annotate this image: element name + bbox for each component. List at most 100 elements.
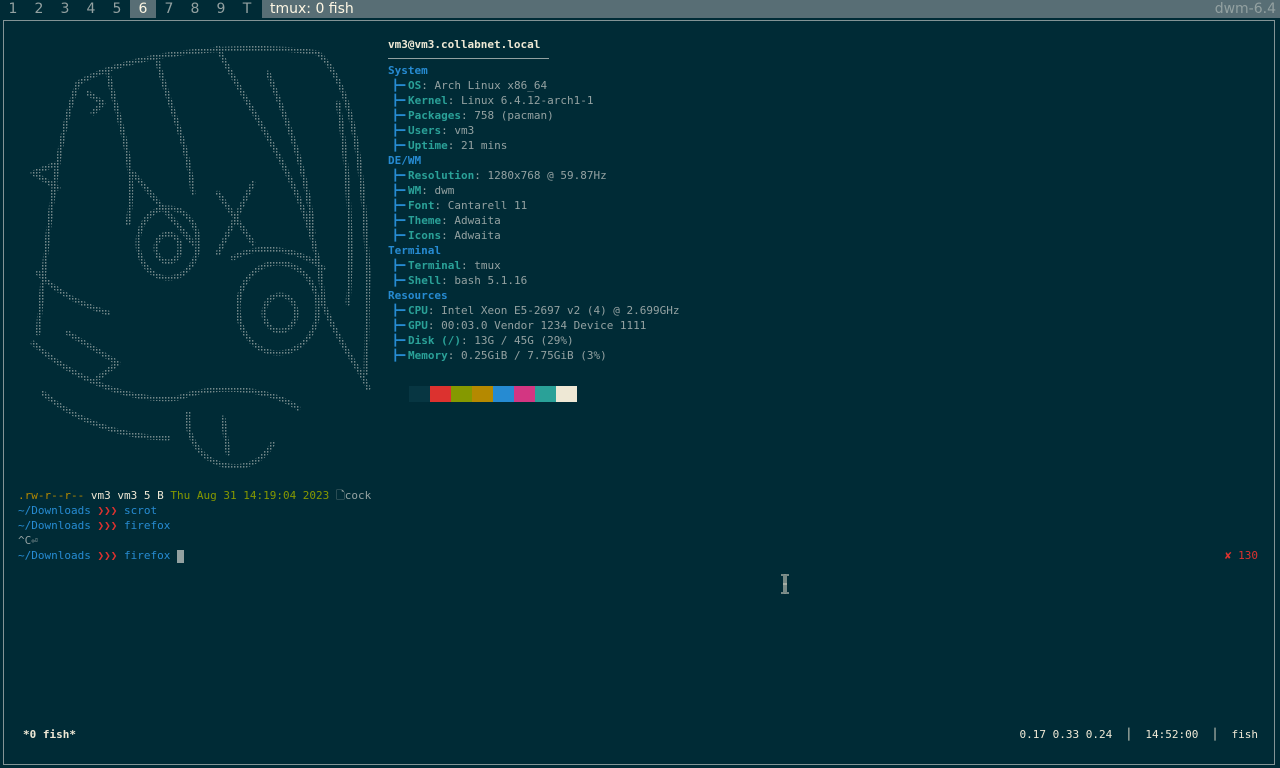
separator: : — [460, 259, 475, 272]
separator: : — [441, 214, 455, 227]
info-row: ┣━ Kernel: Linux 6.4.12-arch1-1 — [388, 93, 808, 108]
info-key: Users — [408, 124, 442, 137]
info-row: ┣━ GPU: 00:03.0 Vendor 1234 Device 1111 — [388, 318, 808, 333]
info-key: Uptime — [408, 139, 448, 152]
tag-7[interactable]: 7 — [156, 0, 182, 18]
separator: : — [474, 169, 488, 182]
separator: : — [441, 124, 455, 137]
info-value: Intel Xeon E5-2697 v2 (4) @ 2.699GHz — [441, 304, 680, 317]
interrupt-line: ^C⏎ — [18, 534, 38, 547]
info-key: Icons — [408, 229, 442, 242]
color-swatch — [409, 386, 430, 402]
command: firefox — [123, 519, 171, 532]
info-row: ┣━ WM: dwm — [388, 183, 808, 198]
separator: : — [447, 94, 461, 107]
cwd: ~/Downloads — [18, 549, 91, 562]
info-value: Adwaita — [454, 229, 501, 242]
tmux-window-tab[interactable]: *0 fish* — [23, 725, 76, 745]
info-key: Shell — [408, 274, 442, 287]
terminal-window[interactable]: vm3@vm3.collabnet.local System ┣━ OS: Arch… — [3, 20, 1275, 765]
separator: : — [447, 139, 461, 152]
tag-1[interactable]: 1 — [0, 0, 26, 18]
tree-branch: ┣━ — [392, 94, 406, 107]
tree-branch: ┣━ — [392, 199, 406, 212]
cwd: ~/Downloads — [18, 504, 91, 517]
info-key: Disk (/) — [408, 334, 461, 347]
info-value: Arch Linux x86_64 — [434, 79, 548, 92]
color-swatch — [556, 386, 577, 402]
file-group: vm3 — [117, 489, 138, 502]
info-row: ┣━ Packages: 758 (pacman) — [388, 108, 808, 123]
info-value: dwm — [434, 184, 455, 197]
info-value: 13G / 45G (29%) — [474, 334, 574, 347]
separator: : — [434, 199, 448, 212]
info-value: Cantarell 11 — [447, 199, 528, 212]
tree-branch: ┣━ — [392, 259, 406, 272]
info-key: Packages — [408, 109, 461, 122]
info-row: ┣━ Users: vm3 — [388, 123, 808, 138]
prompt-symbol: ❯❯❯ — [97, 519, 118, 532]
tree-branch: ┣━ — [392, 229, 406, 242]
prompt-symbol: ❯❯❯ — [97, 504, 118, 517]
info-value: Adwaita — [454, 214, 501, 227]
color-swatch — [514, 386, 535, 402]
file-name: cock — [344, 489, 372, 502]
tree-branch: ┣━ — [392, 139, 406, 152]
tree-branch: ┣━ — [392, 334, 406, 347]
window-title: tmux: 0 fish — [262, 0, 1211, 18]
tmux-status-bar: *0 fish* 0.17 0.33 0.24 │ 14:52:00 │ fis… — [3, 725, 1275, 745]
section-title: Terminal — [388, 244, 441, 257]
info-sections: System ┣━ OS: Arch Linux x86_64 ┣━ Kernel: L… — [388, 63, 808, 363]
layout-indicator[interactable]: T — [234, 1, 260, 17]
separator: : — [421, 79, 435, 92]
current-prompt-line[interactable]: ~/Downloads ❯❯❯ firefox — [18, 548, 184, 563]
info-value: 21 mins — [461, 139, 508, 152]
color-swatch — [493, 386, 514, 402]
ls-output-line: .rw-r--r-- vm3 vm3 5 B Thu Aug 31 14:19:… — [18, 488, 371, 503]
user-host: vm3@vm3.collabnet.local — [388, 38, 541, 51]
color-swatch — [535, 386, 556, 402]
tree-branch: ┣━ — [392, 349, 406, 362]
file-icon: 🗋 — [335, 489, 345, 502]
tag-4[interactable]: 4 — [78, 0, 104, 18]
section-title: Resources — [388, 289, 448, 302]
tree-branch: ┣━ — [392, 319, 406, 332]
info-row: ┣━ Disk (/): 13G / 45G (29%) — [388, 333, 808, 348]
info-key: Memory — [408, 349, 448, 362]
tag-6[interactable]: 6 — [130, 0, 156, 18]
file-date: Thu Aug 31 14:19:04 2023 — [170, 489, 330, 502]
separator: : — [460, 334, 475, 347]
tag-8[interactable]: 8 — [182, 0, 208, 18]
info-value: bash 5.1.16 — [454, 274, 528, 287]
host-underline — [388, 58, 549, 59]
info-value: 1280x768 @ 59.87Hz — [487, 169, 607, 182]
ibeam-cursor-icon — [781, 574, 789, 594]
dwm-status-bar: 123456789 T tmux: 0 fish dwm-6.4 — [0, 0, 1280, 18]
tag-9[interactable]: 9 — [208, 0, 234, 18]
info-value: Linux 6.4.12-arch1-1 — [461, 94, 594, 107]
info-key: Resolution — [408, 169, 475, 182]
tree-branch: ┣━ — [392, 184, 406, 197]
info-key: GPU — [408, 319, 428, 332]
info-value: tmux — [474, 259, 501, 272]
info-row: ┣━ CPU: Intel Xeon E5-2697 v2 (4) @ 2.699… — [388, 303, 808, 318]
section-title: DE/WM — [388, 154, 422, 167]
command-input[interactable]: firefox — [124, 549, 170, 562]
info-key: OS — [408, 79, 422, 92]
tree-branch: ┣━ — [392, 304, 406, 317]
info-row: ┣━ Uptime: 21 mins — [388, 138, 808, 153]
tag-5[interactable]: 5 — [104, 0, 130, 18]
neofetch-info: vm3@vm3.collabnet.local System ┣━ OS: Arch… — [388, 37, 808, 363]
prompt-symbol: ❯❯❯ — [97, 549, 118, 562]
tag-2[interactable]: 2 — [26, 0, 52, 18]
separator: : — [460, 109, 475, 122]
info-row: ┣━ Memory: 0.25GiB / 7.75GiB (3%) — [388, 348, 808, 363]
command: scrot — [123, 504, 158, 517]
info-key: Font — [408, 199, 435, 212]
info-row: ┣━ Font: Cantarell 11 — [388, 198, 808, 213]
info-value: 0.25GiB / 7.75GiB (3%) — [461, 349, 607, 362]
load-average: 0.17 0.33 0.24 — [1019, 728, 1113, 741]
tag-3[interactable]: 3 — [52, 0, 78, 18]
history-line: ~/Downloads ❯❯❯ firefox — [18, 518, 170, 533]
separator: : — [441, 274, 455, 287]
